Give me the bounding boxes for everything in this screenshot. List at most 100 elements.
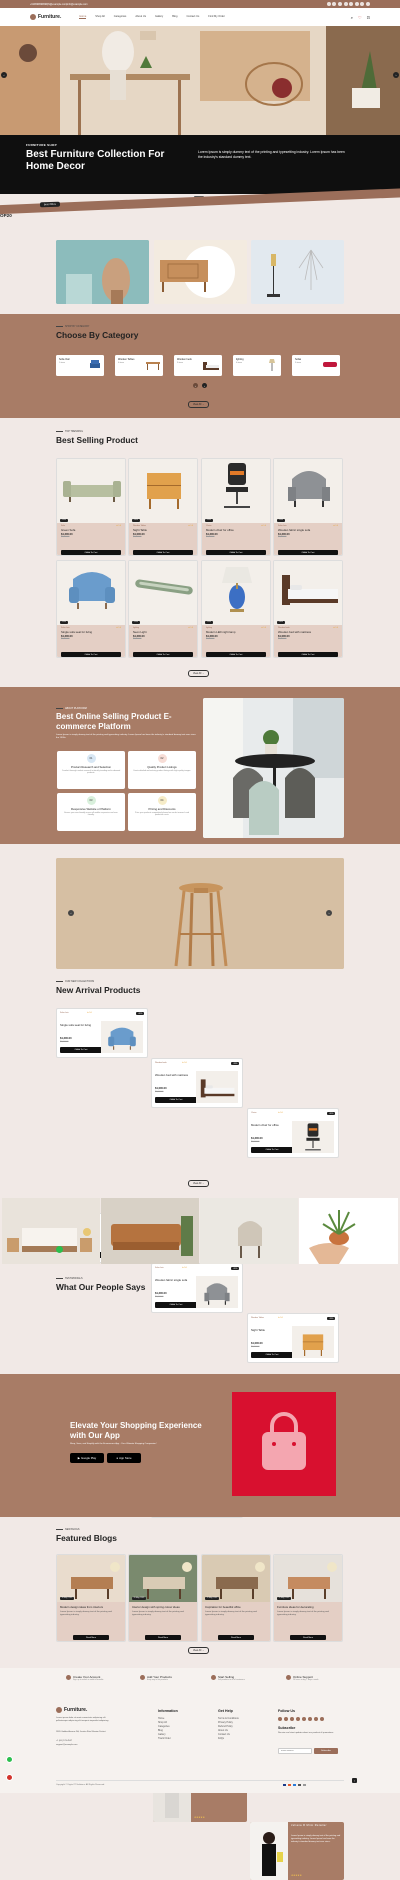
blog-card[interactable]: 19 May, 2023 Furniture ideas for decorati… (273, 1554, 343, 1642)
product-name[interactable]: Wooden bed with mattress (278, 630, 338, 634)
category-view-all-button[interactable]: View All → (188, 401, 209, 408)
arrivals-view-all-button[interactable]: View All → (188, 1180, 209, 1187)
product-name[interactable]: Modern chair for office (206, 528, 266, 532)
subscribe-button[interactable]: Subscribe (314, 1748, 338, 1754)
product-name[interactable]: Single sofa seat for living (60, 1023, 91, 1027)
product-image[interactable]: -20% (202, 459, 270, 523)
banner-next-arrow[interactable]: › (326, 910, 332, 916)
instagram-icon[interactable] (290, 1717, 294, 1721)
twitter-icon[interactable] (284, 1717, 288, 1721)
nav-blog[interactable]: Blog (172, 15, 177, 19)
product-card[interactable]: -20%lighting★ 5.0Modern LED night lamp$1… (201, 560, 271, 658)
product-name[interactable]: Green Sofa (61, 528, 121, 532)
blog-card[interactable]: 18 May, 2023Modern design ideas from int… (56, 1554, 126, 1642)
category-card-lighting[interactable]: lighting4 items (233, 355, 281, 376)
read-more-button[interactable]: Read More (73, 1635, 109, 1640)
blog-card[interactable]: 19 May, 2023Inspiration for beautiful of… (201, 1554, 271, 1642)
google-play-button[interactable]: ▶Google Play (70, 1453, 104, 1463)
read-more-button[interactable]: Read More (290, 1635, 326, 1640)
banner-prev-arrow[interactable]: ‹ (68, 910, 74, 916)
product-name[interactable]: Modern LED night lamp (206, 630, 266, 634)
product-card[interactable]: -20%Sofa★ 5.0Green Sofa$1,200.00$1,500.0… (56, 458, 126, 556)
blog-post-title[interactable]: Inspiration for beautiful office (205, 1605, 267, 1609)
add-to-cart-button[interactable]: ⊡ Add To Cart (155, 1302, 197, 1308)
search-icon[interactable]: ⌕ (351, 15, 353, 20)
product-image[interactable] (196, 1276, 238, 1308)
add-to-cart-button[interactable]: ⊡ Add To Cart (61, 550, 121, 555)
nav-contact[interactable]: Contact Us (186, 15, 199, 19)
email-text[interactable]: |hi@example.com|info@example.com (47, 3, 87, 6)
twitter-icon[interactable] (332, 2, 336, 6)
gallery-image-1[interactable] (2, 1198, 100, 1264)
hero-prev-arrow[interactable]: ‹ (1, 72, 7, 78)
blog-image[interactable]: 19 May, 2023 (274, 1555, 342, 1602)
product-name[interactable]: Wooden fabric single sofa (278, 528, 338, 532)
product-name[interactable]: Night Table (133, 528, 193, 532)
add-to-cart-button[interactable]: ⊡ Add To Cart (133, 652, 193, 657)
gallery-image-2[interactable] (101, 1198, 199, 1264)
add-to-cart-button[interactable]: ⊡ Add To Cart (206, 550, 266, 555)
phone-text[interactable]: +919999999999 (30, 3, 47, 6)
add-to-cart-button[interactable]: ⊡ Add To Cart (60, 1047, 102, 1053)
footer-logo[interactable]: Furniture. (56, 1707, 87, 1713)
add-to-cart-button[interactable]: ⊡ Add To Cart (206, 652, 266, 657)
add-to-cart-button[interactable]: ⊡ Add To Cart (61, 652, 121, 657)
product-card[interactable]: -20%Sofa chair★ 5.0Wooden fabric single … (273, 458, 343, 556)
blog-card[interactable]: 19 May, 2023 Interior design with spring … (128, 1554, 198, 1642)
category-card-sofas[interactable]: Sofas3 items (292, 355, 340, 376)
add-to-cart-button[interactable]: ⊡ Add To Cart (133, 550, 193, 555)
blog-image[interactable]: 19 May, 2023 (129, 1555, 197, 1602)
arrival-card[interactable]: Chairs★ 5.0-20%Modern chair for office$1… (247, 1108, 339, 1158)
product-name[interactable]: Night Table (251, 1328, 265, 1332)
product-image[interactable] (196, 1071, 238, 1103)
product-image[interactable]: -20% (57, 561, 125, 625)
hero-next-arrow[interactable]: › (393, 72, 399, 78)
whatsapp-float-icon[interactable] (6, 1756, 13, 1763)
chat-float-icon[interactable] (6, 1774, 13, 1781)
arrival-card[interactable]: Sofa chair★ 5.0-20%Wooden fabric single … (151, 1263, 243, 1313)
product-name[interactable]: Single sofa seat for living (61, 630, 121, 634)
nav-find-order[interactable]: Find My Order (208, 15, 225, 19)
category-prev-arrow[interactable]: ‹ (193, 383, 198, 388)
nav-shop-all[interactable]: Shop All (95, 15, 105, 19)
product-image[interactable]: -33% (129, 459, 197, 523)
footer-link[interactable]: FAQs (218, 1737, 239, 1741)
add-to-cart-button[interactable]: ⊡ Add To Cart (278, 550, 338, 555)
nav-about[interactable]: About Us (135, 15, 146, 19)
whatsapp-icon[interactable] (314, 1717, 318, 1721)
product-name[interactable]: Modern chair for office (251, 1123, 279, 1127)
footer-email[interactable]: support@example.com (56, 1744, 77, 1748)
product-image[interactable]: -33% (274, 561, 342, 625)
promo-image-3[interactable] (251, 240, 344, 304)
promo-image-2[interactable] (154, 240, 247, 304)
nav-gallery[interactable]: Gallery (155, 15, 163, 19)
whatsapp-float-small-icon[interactable] (56, 1246, 63, 1253)
product-card[interactable]: -20%lighting★ 5.0Neon Light$1,200.00$1,5… (128, 560, 198, 658)
product-image[interactable] (292, 1121, 334, 1153)
youtube-icon[interactable] (302, 1717, 306, 1721)
add-to-cart-button[interactable]: ⊡ Add To Cart (278, 652, 338, 657)
nav-categories[interactable]: Categories (114, 15, 127, 19)
product-card[interactable]: -33%Wooden Tables★ 5.0Night Table$1,000.… (128, 458, 198, 556)
product-card[interactable]: -20%Chairs★ 5.0Modern chair for office$1… (201, 458, 271, 556)
facebook-icon[interactable] (278, 1717, 282, 1721)
product-name[interactable]: Wooden fabric single sofa (155, 1278, 187, 1282)
category-card-sofa-chair[interactable]: Sofa chair1 items (56, 355, 104, 376)
blog-post-title[interactable]: Interior design with spring colour ideas (132, 1605, 194, 1609)
promo-image-1[interactable] (56, 240, 149, 304)
category-card-wooden-tables[interactable]: Wooden Tables4 items (115, 355, 163, 376)
subscribe-email-input[interactable] (278, 1748, 312, 1754)
product-image[interactable] (101, 1021, 143, 1053)
facebook-icon[interactable] (327, 2, 331, 6)
category-card-wooden-beds[interactable]: Wooden beds3 items (174, 355, 222, 376)
wishlist-icon[interactable]: ♡ (358, 15, 362, 20)
telegram-icon[interactable] (320, 1717, 324, 1721)
add-to-cart-button[interactable]: ⊡ Add To Cart (251, 1352, 293, 1358)
logo[interactable]: Furniture. (30, 14, 61, 20)
gallery-image-4[interactable] (299, 1198, 398, 1264)
footer-link[interactable]: Track Order (158, 1737, 171, 1741)
blog-post-title[interactable]: Furniture ideas for decorating (277, 1605, 339, 1609)
blog-post-title[interactable]: Modern design ideas from interiors (60, 1605, 122, 1609)
linkedin-icon[interactable] (344, 2, 348, 6)
pinterest-icon[interactable] (355, 2, 359, 6)
